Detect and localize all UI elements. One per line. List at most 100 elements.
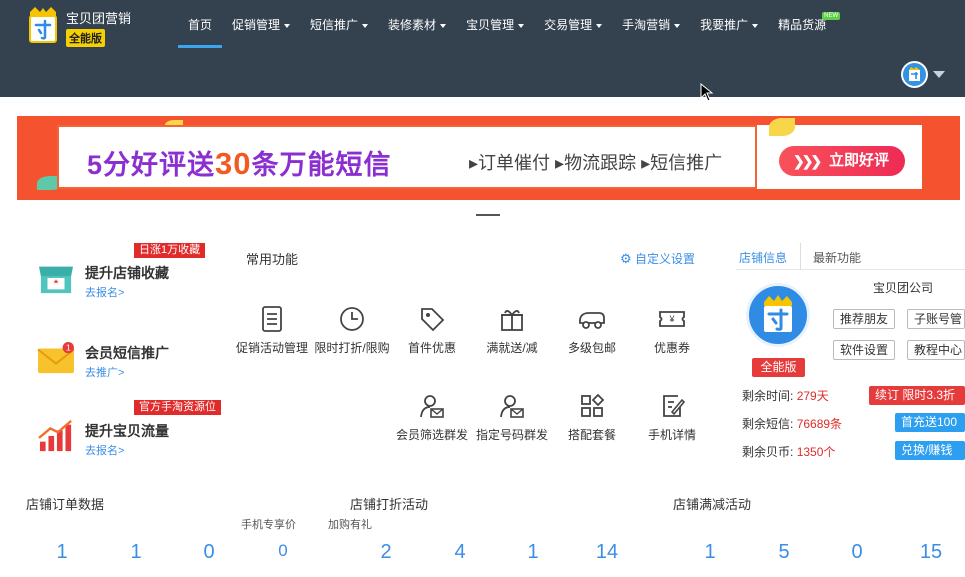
chevron-down-icon (284, 23, 291, 28)
subaccount-button[interactable]: 子账号管 (907, 309, 965, 329)
nav-trade[interactable]: 交易管理 (534, 0, 612, 50)
promo-collect[interactable]: 提升店铺收藏 去报名> (36, 257, 216, 317)
remaining-sms: 剩余短信: 76689条 (742, 417, 843, 431)
software-settings-button[interactable]: 软件设置 (833, 340, 896, 360)
order-stat[interactable]: 1 (116, 541, 156, 564)
promo-title: 提升宝贝流量 (85, 423, 169, 439)
func-mobile-price-cut[interactable]: 手机专享价 (241, 516, 296, 532)
recharge-button[interactable]: 首充送100 (895, 413, 965, 432)
fullcut-stat[interactable]: 5 (764, 541, 804, 564)
envelope-icon: 1 (37, 341, 75, 374)
promo-traffic[interactable]: 提升宝贝流量 去报名> (36, 415, 216, 475)
user-message-icon (420, 395, 444, 418)
promo-tag: 官方手淘资源位 (134, 400, 221, 415)
promo-link[interactable]: 去报名> (85, 442, 124, 458)
fullcut-stat[interactable]: 1 (690, 541, 730, 564)
shop-edition-badge: 全能版 (752, 358, 805, 377)
discount-activity-title: 店铺打折活动 (350, 497, 429, 512)
user-message-icon (500, 395, 524, 418)
promo-title: 会员短信推广 (85, 345, 169, 361)
common-functions-title: 常用功能 (246, 252, 299, 267)
func-number-broadcast[interactable]: 指定号码群发 (470, 392, 554, 443)
double-arrow-icon: ❯❯❯ (793, 153, 822, 169)
order-data-title: 店铺订单数据 (26, 497, 105, 512)
chevron-down-icon (752, 23, 759, 28)
gift-icon (501, 310, 523, 331)
tab-new-features[interactable]: 最新功能 (813, 249, 861, 266)
discount-stat[interactable]: 1 (513, 541, 553, 564)
exchange-button[interactable]: 兑换/赚钱 (895, 441, 965, 460)
fullcut-activity-title: 店铺满减活动 (673, 497, 752, 512)
nav-items[interactable]: 宝贝管理 (456, 0, 534, 50)
promo-title: 提升店铺收藏 (85, 265, 169, 281)
discount-stat[interactable]: 2 (366, 541, 406, 564)
clock-icon (340, 307, 364, 331)
fullcut-stat[interactable]: 0 (837, 541, 877, 564)
svg-text:1: 1 (66, 342, 71, 352)
banner-cta-button[interactable]: ❯❯❯ 立即好评 (779, 146, 905, 176)
nav-promote[interactable]: 我要推广 (690, 0, 768, 50)
fullcut-stat[interactable]: 15 (911, 541, 951, 564)
main-nav: 首页 促销管理 短信推广 装修素材 宝贝管理 交易管理 手淘营销 我要推广 精品… (178, 0, 841, 50)
order-stat[interactable]: 0 (263, 541, 303, 561)
customize-settings-link[interactable]: ⚙ 自定义设置 (620, 250, 695, 267)
nav-sms[interactable]: 短信推广 (300, 0, 378, 50)
shop-logo-icon (764, 295, 792, 332)
shop-tabs: 店铺信息 最新功能 (736, 243, 965, 270)
top-header: 宝贝团营销 全能版 首页 促销管理 短信推广 装修素材 宝贝管理 交易管理 手淘… (0, 0, 965, 97)
banner-title: 5分好评送30条万能短信 (87, 146, 392, 181)
discount-stat[interactable]: 4 (440, 541, 480, 564)
func-member-broadcast[interactable]: 会员筛选群发 (390, 392, 474, 443)
tag-icon (421, 308, 445, 332)
brand-logo-icon[interactable] (26, 6, 60, 44)
nav-promotion[interactable]: 促销管理 (222, 0, 300, 50)
delivery-truck-icon (579, 312, 605, 329)
carousel-indicator[interactable] (476, 214, 500, 216)
func-cart-gift-cut[interactable]: 加购有礼 (328, 516, 372, 532)
banner-panel: 5分好评送30条万能短信 ▸订单催付 ▸物流跟踪 ▸短信推广 (57, 125, 757, 189)
discount-stat[interactable]: 14 (587, 541, 627, 564)
chevron-down-icon (596, 23, 603, 28)
func-bundle[interactable]: 搭配套餐 (550, 392, 634, 443)
tutorial-button[interactable]: 教程中心 (907, 340, 965, 360)
promo-sms[interactable]: 1 会员短信推广 去推广> (36, 337, 216, 397)
chevron-down-icon (362, 23, 369, 28)
shop-logo (746, 283, 810, 347)
nav-home[interactable]: 首页 (178, 0, 223, 50)
func-promo-manage[interactable]: 促销活动管理 (230, 305, 314, 356)
nav-decoration[interactable]: 装修素材 (378, 0, 456, 50)
mouse-cursor-icon (700, 83, 714, 102)
func-time-discount[interactable]: 限时打折/限购 (310, 305, 394, 356)
edition-badge: 全能版 (66, 29, 105, 47)
gear-icon: ⚙ (620, 251, 632, 266)
user-avatar[interactable] (901, 61, 928, 88)
nav-mobile-marketing[interactable]: 手淘营销 (612, 0, 690, 50)
chevron-down-icon (440, 23, 447, 28)
chevron-down-icon[interactable] (933, 71, 945, 78)
tab-divider (800, 243, 801, 270)
shop-name: 宝贝团公司 (873, 281, 934, 295)
tab-shop-info[interactable]: 店铺信息 (739, 249, 787, 266)
promo-link[interactable]: 去推广> (85, 364, 124, 380)
func-first-item[interactable]: 首件优惠 (390, 305, 474, 356)
growth-chart-icon (38, 419, 72, 452)
remaining-coins: 剩余贝币: 1350个 (742, 445, 836, 459)
func-mobile-detail[interactable]: 手机详情 (630, 392, 714, 443)
chevron-down-icon (674, 23, 681, 28)
func-free-shipping[interactable]: 多级包邮 (550, 305, 634, 356)
promo-link[interactable]: 去报名> (85, 284, 124, 300)
order-stat[interactable]: 0 (189, 541, 229, 564)
order-stat[interactable]: 1 (42, 541, 82, 564)
renew-button[interactable]: 续订 限时3.3折 (869, 386, 965, 405)
func-full-gift[interactable]: 满就送/减 (470, 305, 554, 356)
remaining-time: 剩余时间: 279天 (742, 389, 829, 403)
nav-sourcing[interactable]: 精品货源 NEW (768, 0, 841, 50)
svg-text:¥: ¥ (668, 314, 675, 324)
recommend-friend-button[interactable]: 推荐朋友 (833, 309, 896, 329)
promo-banner[interactable]: 5分好评送30条万能短信 ▸订单催付 ▸物流跟踪 ▸短信推广 ❯❯❯ 立即好评 (17, 116, 960, 200)
func-coupon[interactable]: ¥ 优惠券 (630, 305, 714, 356)
coupon-icon: ¥ (659, 311, 685, 327)
promo-tag: 日涨1万收藏 (134, 243, 206, 258)
document-list-icon (262, 306, 282, 332)
grid-icon (581, 393, 605, 417)
